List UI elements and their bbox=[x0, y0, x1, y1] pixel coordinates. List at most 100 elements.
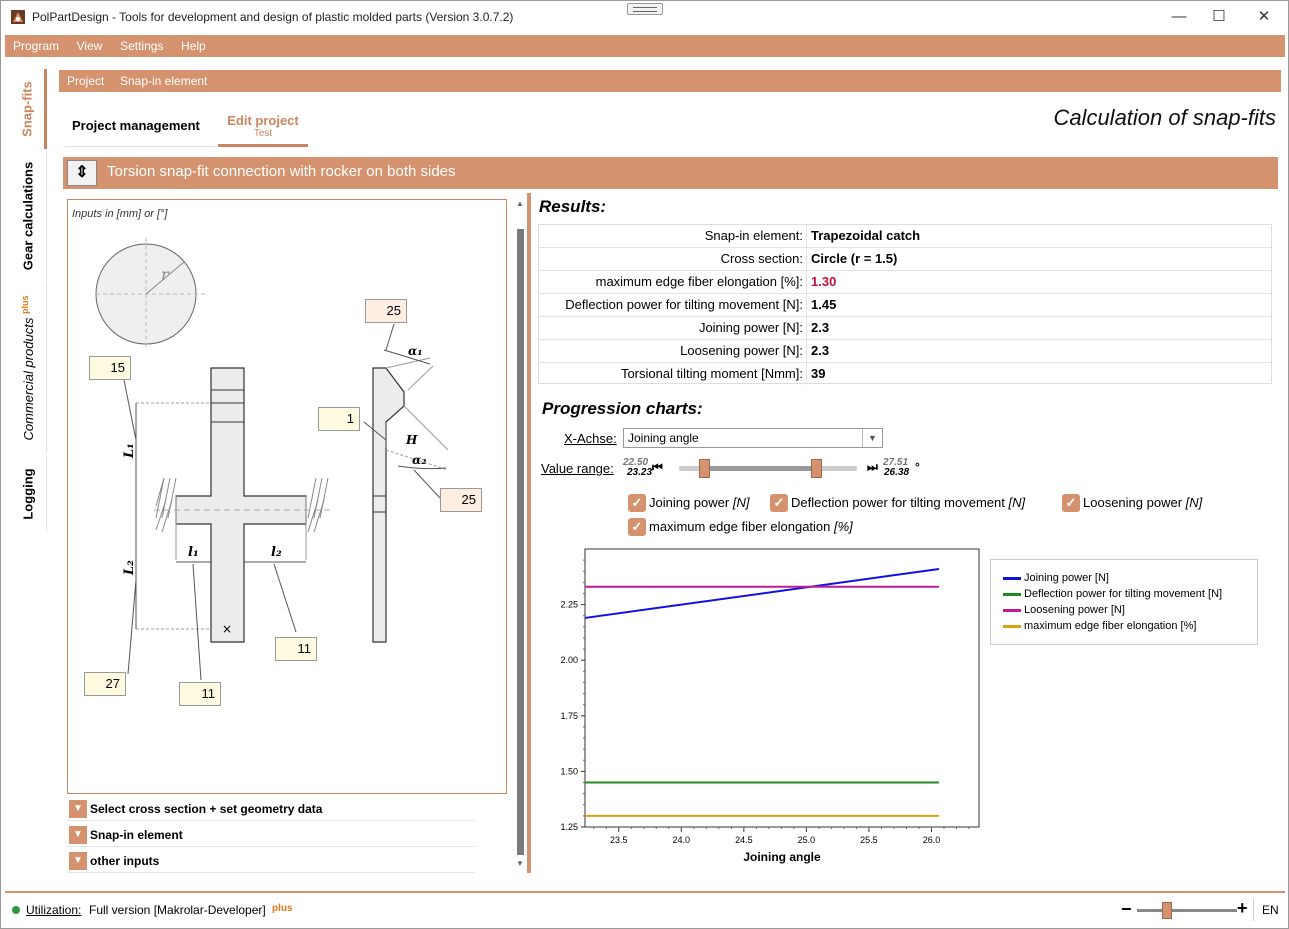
panel-splitter[interactable] bbox=[527, 193, 531, 873]
x-tick-label: 26.0 bbox=[923, 835, 941, 845]
scroll-down-icon[interactable]: ▼ bbox=[515, 859, 525, 868]
h-label: H bbox=[405, 433, 418, 447]
result-value: 39 bbox=[811, 366, 826, 381]
pivot-x-mark: × bbox=[222, 622, 232, 636]
tab-gear-calculations-label: Gear calculations bbox=[20, 161, 35, 271]
length-small-l2-input[interactable]: 11 bbox=[275, 637, 317, 661]
section-title: Torsion snap-fit connection with rocker … bbox=[107, 163, 456, 180]
x-axis-label: X-Achse: bbox=[564, 431, 617, 446]
legend-item: Loosening power [N] bbox=[1003, 604, 1125, 616]
window-drag-handle[interactable] bbox=[627, 3, 663, 15]
tab-edit-project-sub: Test bbox=[253, 128, 273, 139]
checkbox-label: Deflection power for tilting movement bbox=[791, 495, 1005, 510]
expand-collapse-button[interactable]: ⇕ bbox=[67, 160, 97, 186]
window-title: PolPartDesign - Tools for development an… bbox=[32, 10, 514, 24]
breadcrumb: Project Snap-in element bbox=[59, 70, 1281, 92]
result-label: Cross section: bbox=[539, 248, 807, 270]
vertical-tab-bar: Snap-fits Gear calculations Commercial p… bbox=[9, 67, 49, 881]
result-label: Loosening power [N]: bbox=[539, 340, 807, 362]
accordion-cross-section[interactable]: ▼ Select cross section + set geometry da… bbox=[67, 797, 475, 821]
geometry-panel: Inputs in [mm] or [°] × L₁ L₂ l₁ l₂ α₁ α… bbox=[67, 199, 507, 794]
zoom-slider-handle[interactable] bbox=[1162, 902, 1172, 919]
status-bar: Utilization: Full version [Makrolar-Deve… bbox=[5, 891, 1285, 925]
zoom-in-button[interactable]: + bbox=[1237, 898, 1248, 919]
chevron-down-icon[interactable]: ▼ bbox=[862, 429, 882, 447]
scroll-up-icon[interactable]: ▲ bbox=[515, 199, 525, 208]
utilization-link[interactable]: Utilization: bbox=[26, 903, 81, 917]
x-axis-select[interactable]: Joining angle ▼ bbox=[623, 428, 883, 448]
menu-help[interactable]: Help bbox=[175, 35, 212, 57]
y-tick-label: 1.25 bbox=[560, 822, 578, 832]
zoom-out-button[interactable]: − bbox=[1121, 899, 1132, 920]
angle-alpha1-input[interactable]: 25 bbox=[365, 299, 407, 323]
tab-logging[interactable]: Logging bbox=[9, 457, 47, 531]
menu-bar: Program View Settings Help bbox=[5, 35, 1285, 57]
minimize-button[interactable]: — bbox=[1159, 5, 1199, 29]
legend-swatch bbox=[1003, 608, 1021, 612]
skip-to-start-icon[interactable]: ⏮ bbox=[652, 460, 663, 475]
skip-to-end-icon[interactable]: ⏭ bbox=[867, 460, 878, 475]
small-l2-label: l₂ bbox=[271, 545, 282, 560]
y-tick-label: 2.00 bbox=[560, 655, 578, 665]
checkbox-label: Loosening power bbox=[1083, 495, 1183, 510]
checkmark-icon: ✓ bbox=[628, 494, 646, 512]
menu-view[interactable]: View bbox=[71, 35, 109, 57]
checkmark-icon: ✓ bbox=[770, 494, 788, 512]
title-bar: PolPartDesign - Tools for development an… bbox=[1, 1, 1288, 33]
checkmark-icon: ✓ bbox=[628, 518, 646, 536]
result-value: 2.3 bbox=[811, 343, 830, 358]
alpha1-label: α₁ bbox=[408, 344, 423, 358]
table-row: Cross section: Circle (r = 1.5) bbox=[539, 248, 1271, 271]
length-small-l1-input[interactable]: 11 bbox=[179, 682, 221, 706]
result-value: 1.45 bbox=[811, 297, 837, 312]
legend-label: Joining power [N] bbox=[1024, 572, 1109, 584]
menu-program[interactable]: Program bbox=[7, 35, 65, 57]
range-slider-high-handle[interactable] bbox=[810, 459, 822, 478]
checkbox-label: maximum edge fiber elongation bbox=[649, 519, 831, 534]
tab-project-management[interactable]: Project management bbox=[65, 105, 215, 147]
range-max-bottom: 26.38 bbox=[884, 467, 910, 478]
tab-gear-calculations[interactable]: Gear calculations bbox=[9, 151, 47, 281]
breadcrumb-snap-in-element[interactable]: Snap-in element bbox=[120, 70, 207, 92]
x-tick-label: 25.0 bbox=[798, 835, 816, 845]
tab-snap-fits[interactable]: Snap-fits bbox=[9, 69, 47, 149]
breadcrumb-project[interactable]: Project bbox=[67, 70, 104, 92]
angle-alpha2-input[interactable]: 25 bbox=[440, 488, 482, 512]
menu-settings[interactable]: Settings bbox=[114, 35, 169, 57]
height-h-input[interactable]: 1 bbox=[318, 407, 360, 431]
value-range-label: Value range: bbox=[541, 461, 614, 476]
scrollbar-thumb[interactable] bbox=[517, 229, 524, 855]
checkbox-unit: [N] bbox=[1008, 495, 1026, 510]
language-selector[interactable]: EN bbox=[1253, 899, 1279, 921]
result-label: Joining power [N]: bbox=[539, 317, 807, 339]
legend-item: Joining power [N] bbox=[1003, 572, 1109, 584]
accordion-cross-section-label: Select cross section + set geometry data bbox=[90, 802, 323, 816]
left-scrollbar[interactable]: ▲ ▼ bbox=[515, 199, 525, 871]
chevron-down-icon: ▼ bbox=[69, 826, 87, 844]
table-row: Joining power [N]: 2.3 bbox=[539, 317, 1271, 340]
close-button[interactable]: ✕ bbox=[1244, 5, 1284, 29]
section-header: ⇕ Torsion snap-fit connection with rocke… bbox=[63, 157, 1278, 189]
checkbox-label: Joining power bbox=[649, 495, 730, 510]
table-row: Torsional tilting moment [Nmm]: 39 bbox=[539, 363, 1271, 386]
app-window: PolPartDesign - Tools for development an… bbox=[0, 0, 1289, 929]
result-value: 2.3 bbox=[811, 320, 830, 335]
checkbox-unit: [N] bbox=[732, 495, 750, 510]
page-title: Calculation of snap-fits bbox=[1053, 105, 1276, 130]
zoom-slider-track[interactable] bbox=[1137, 909, 1237, 912]
alpha2-label: α₂ bbox=[412, 453, 427, 467]
length-l2-input[interactable]: 27 bbox=[84, 672, 126, 696]
accordion-snap-in-element[interactable]: ▼ Snap-in element bbox=[67, 823, 475, 847]
range-slider-low-handle[interactable] bbox=[698, 459, 710, 478]
tab-commercial-products[interactable]: Commercial products plus bbox=[9, 283, 47, 453]
y-tick-label: 2.25 bbox=[560, 600, 578, 610]
length-l1-input[interactable]: 15 bbox=[89, 356, 131, 380]
accordion-other-inputs[interactable]: ▼ other inputs bbox=[67, 849, 475, 873]
maximize-button[interactable]: ☐ bbox=[1199, 5, 1239, 29]
result-label: maximum edge fiber elongation [%]: bbox=[539, 271, 807, 293]
x-tick-label: 23.5 bbox=[610, 835, 628, 845]
legend-label: Deflection power for tilting movement [N… bbox=[1024, 588, 1223, 600]
support-hatch-left bbox=[155, 477, 177, 533]
tab-edit-project[interactable]: Edit project Test bbox=[218, 105, 308, 147]
result-label: Deflection power for tilting movement [N… bbox=[539, 294, 807, 316]
